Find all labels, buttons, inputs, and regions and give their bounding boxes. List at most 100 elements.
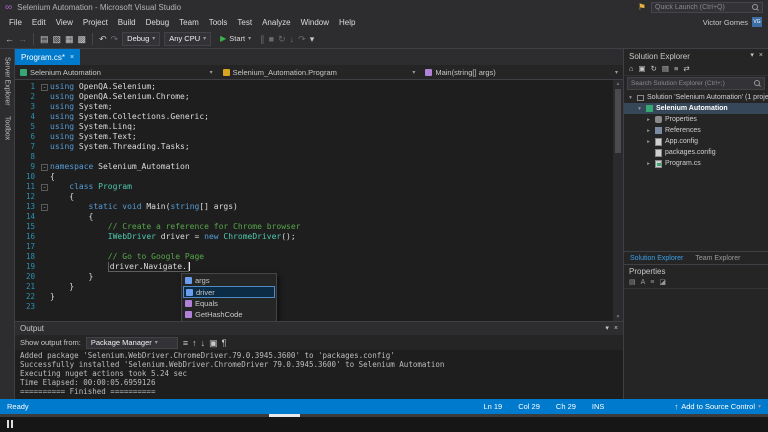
close-icon[interactable]: × <box>759 51 763 61</box>
code-line[interactable]: 4using System.Collections.Generic; <box>15 112 623 122</box>
configuration-dropdown[interactable]: Debug ▾ <box>122 32 160 46</box>
menu-item-window[interactable]: Window <box>296 18 334 27</box>
menu-item-help[interactable]: Help <box>334 18 360 27</box>
quick-launch-input[interactable]: Quick Launch (Ctrl+Q) <box>651 2 763 13</box>
show-all-files-icon[interactable]: ▤ <box>662 64 669 74</box>
code-line[interactable]: 16 IWebDriver driver = new ChromeDriver(… <box>15 232 623 242</box>
panel-tab-solution-explorer[interactable]: Solution Explorer <box>624 255 689 262</box>
start-debug-button[interactable]: ▶ Start ▾ <box>215 34 256 43</box>
intellisense-item[interactable]: Equals <box>183 298 275 309</box>
intellisense-item[interactable]: GetHashCode <box>183 309 275 320</box>
events-icon[interactable]: ◪ <box>659 278 666 288</box>
clear-all-icon[interactable]: ▣ <box>209 338 218 348</box>
menu-item-debug[interactable]: Debug <box>141 18 175 27</box>
code-line[interactable]: 3using System; <box>15 102 623 112</box>
collapse-all-icon[interactable]: ▣ <box>639 64 646 74</box>
code-line[interactable]: 6using System.Text; <box>15 132 623 142</box>
new-project-icon[interactable]: ▤ <box>40 34 49 44</box>
properties-icon[interactable]: ≡ <box>674 64 678 74</box>
save-all-icon[interactable]: ▩ <box>78 34 87 44</box>
fold-collapse-icon[interactable]: - <box>41 84 48 91</box>
close-icon[interactable]: × <box>70 54 74 61</box>
code-editor[interactable]: 1-using OpenQA.Selenium;2using OpenQA.Se… <box>15 80 623 321</box>
scroll-down-icon[interactable]: ▼ <box>616 313 621 321</box>
alphabetical-icon[interactable]: A <box>641 278 646 288</box>
tree-item[interactable]: ▸References <box>624 125 768 136</box>
side-tab-server-explorer[interactable]: Server Explorer <box>4 57 11 106</box>
platform-dropdown[interactable]: Any CPU ▾ <box>164 32 211 46</box>
save-icon[interactable]: ▦ <box>65 34 74 44</box>
menu-item-team[interactable]: Team <box>174 18 204 27</box>
property-pages-icon[interactable]: ≡ <box>650 278 654 288</box>
restart-icon[interactable]: ↻ <box>278 34 286 44</box>
expander-icon[interactable]: ▸ <box>645 117 652 123</box>
window-position-icon[interactable]: ▾ <box>605 324 609 334</box>
menu-item-edit[interactable]: Edit <box>27 18 51 27</box>
side-tab-toolbox[interactable]: Toolbox <box>4 116 11 140</box>
notifications-flag-icon[interactable]: ⚑ <box>638 2 646 13</box>
code-line[interactable]: 12 { <box>15 192 623 202</box>
code-line[interactable]: 5using System.Linq; <box>15 122 623 132</box>
code-line[interactable]: 20 } <box>15 272 623 282</box>
expander-icon[interactable]: ▸ <box>645 161 652 167</box>
code-line[interactable]: 19 driver.Navigate. <box>15 262 623 272</box>
toolbar-overflow-icon[interactable]: ▾ <box>310 34 315 44</box>
word-wrap-icon[interactable]: ¶ <box>222 338 227 348</box>
expander-icon[interactable]: ▸ <box>645 139 652 145</box>
redo-icon[interactable]: ↷ <box>111 34 119 44</box>
user-avatar[interactable]: VG <box>752 17 762 27</box>
intellisense-item[interactable]: GetType <box>183 320 275 321</box>
code-line[interactable]: 21 } <box>15 282 623 292</box>
project-dropdown[interactable]: Selenium Automation ▾ <box>15 68 218 77</box>
code-line[interactable]: 9-namespace Selenium_Automation <box>15 162 623 172</box>
code-line[interactable]: 18 // Go to Google Page <box>15 252 623 262</box>
menu-item-test[interactable]: Test <box>232 18 257 27</box>
expander-icon[interactable]: ▸ <box>645 128 652 134</box>
step-into-icon[interactable]: ↓ <box>290 34 295 44</box>
pause-button[interactable] <box>7 420 13 428</box>
tree-item[interactable]: ▾Selenium Automation <box>624 103 768 114</box>
categorized-icon[interactable]: ▤ <box>629 278 636 288</box>
refresh-icon[interactable]: ↻ <box>651 64 657 74</box>
code-line[interactable]: 10{ <box>15 172 623 182</box>
type-dropdown[interactable]: Selenium_Automation.Program ▾ <box>218 68 421 77</box>
code-line[interactable]: 11- class Program <box>15 182 623 192</box>
intellisense-item[interactable]: args <box>183 275 275 286</box>
code-line[interactable]: 8 <box>15 152 623 162</box>
output-source-dropdown[interactable]: Package Manager ▾ <box>86 337 178 349</box>
add-to-source-control-button[interactable]: ↑ Add to Source Control ▾ <box>674 402 761 412</box>
scroll-up-icon[interactable]: ▲ <box>616 80 621 88</box>
code-line[interactable]: 23 <box>15 302 623 312</box>
code-line[interactable]: 14 { <box>15 212 623 222</box>
user-name[interactable]: Victor Gomes <box>703 18 748 27</box>
tree-item[interactable]: packages.config <box>624 147 768 158</box>
window-position-icon[interactable]: ▾ <box>750 51 754 61</box>
previous-message-icon[interactable]: ↑ <box>192 338 197 348</box>
forward-icon[interactable]: → <box>18 34 27 44</box>
expander-icon[interactable]: ▾ <box>636 106 643 112</box>
member-dropdown[interactable]: Main(string[] args) ▾ <box>420 68 623 77</box>
open-file-icon[interactable]: ▧ <box>53 34 62 44</box>
menu-item-project[interactable]: Project <box>78 18 113 27</box>
output-lines[interactable]: Added package 'Selenium.WebDriver.Chrome… <box>15 350 623 399</box>
next-message-icon[interactable]: ↓ <box>201 338 206 348</box>
scrollbar-thumb[interactable] <box>615 89 621 153</box>
menu-item-build[interactable]: Build <box>113 18 141 27</box>
editor-scrollbar[interactable]: ▲ ▼ <box>613 80 623 321</box>
panel-tab-team-explorer[interactable]: Team Explorer <box>689 255 746 262</box>
intellisense-item[interactable]: driver <box>183 286 275 298</box>
back-icon[interactable]: ← <box>5 34 14 44</box>
tree-item[interactable]: ▸Properties <box>624 114 768 125</box>
solution-search-input[interactable]: Search Solution Explorer (Ctrl+;) <box>627 77 765 90</box>
break-all-icon[interactable]: ∥ <box>260 34 265 44</box>
tab-program-cs[interactable]: Program.cs* × <box>15 49 80 65</box>
expander-icon[interactable]: ▾ <box>627 95 634 101</box>
code-line[interactable]: 15 // Create a reference for Chrome brow… <box>15 222 623 232</box>
sync-with-active-document-icon[interactable]: ⇄ <box>683 64 689 74</box>
menu-item-analyze[interactable]: Analyze <box>257 18 295 27</box>
code-line[interactable]: 2using OpenQA.Selenium.Chrome; <box>15 92 623 102</box>
undo-icon[interactable]: ↶ <box>99 34 107 44</box>
menu-item-view[interactable]: View <box>51 18 78 27</box>
code-line[interactable]: 1-using OpenQA.Selenium; <box>15 82 623 92</box>
fold-collapse-icon[interactable]: - <box>41 204 48 211</box>
